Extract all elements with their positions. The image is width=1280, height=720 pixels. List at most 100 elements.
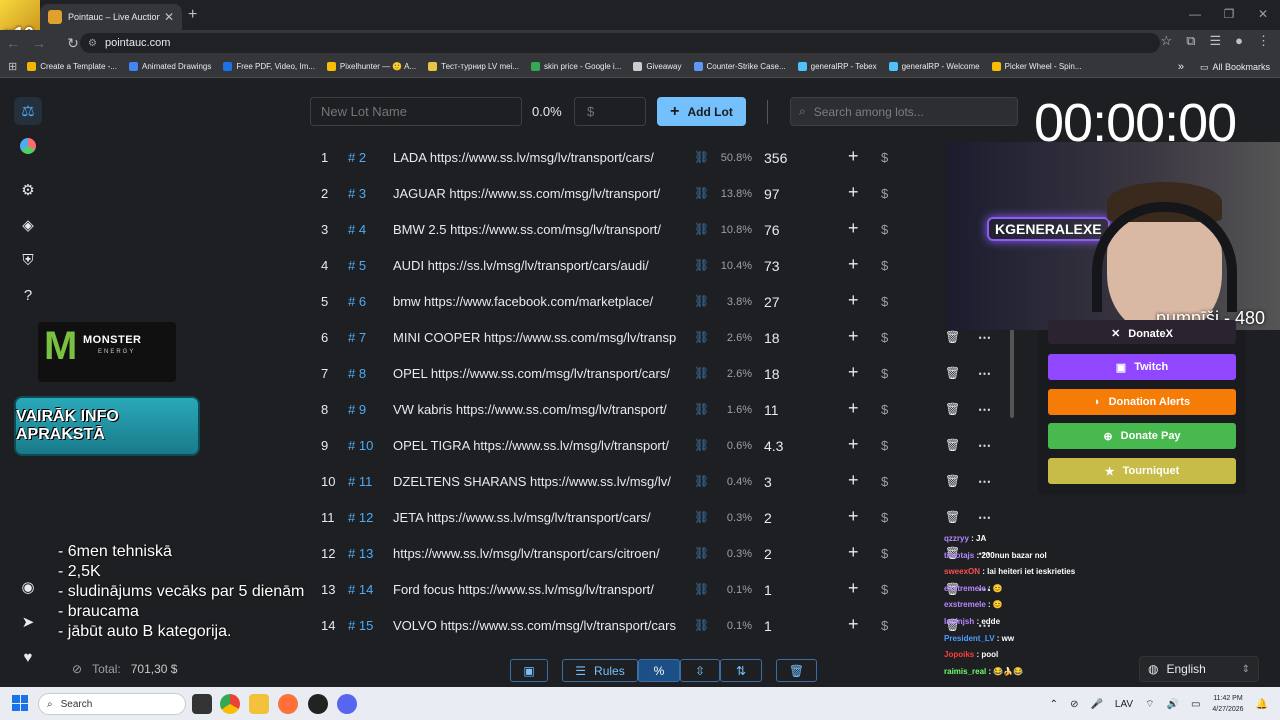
add-bid-icon[interactable]: + xyxy=(848,290,859,311)
reading-list-icon[interactable]: ☰ xyxy=(1209,33,1221,49)
donate-button-twitch[interactable]: ▣ Twitch xyxy=(1048,354,1236,380)
trash-icon[interactable]: 🗑 xyxy=(945,474,960,488)
lot-name[interactable]: OPEL https://www.ss.com/msg/lv/transport… xyxy=(393,366,676,381)
add-bid-icon[interactable]: + xyxy=(848,182,859,203)
lot-name[interactable]: DZELTENS SHARANS https://www.ss.lv/msg/l… xyxy=(393,474,676,489)
lot-id[interactable]: # 9 xyxy=(348,402,366,417)
dollar-icon[interactable]: $ xyxy=(881,438,888,453)
link-icon[interactable]: ⛓ xyxy=(694,222,709,236)
bookmark-item[interactable]: Free PDF, Video, Im... xyxy=(223,62,315,71)
battery-icon[interactable]: ▭ xyxy=(1191,699,1200,710)
lot-id[interactable]: # 11 xyxy=(348,474,372,489)
add-bid-icon[interactable]: + xyxy=(848,146,859,167)
chrome-icon[interactable] xyxy=(220,694,240,714)
lot-amount[interactable]: 356 xyxy=(764,150,787,166)
link-icon[interactable]: ⛓ xyxy=(694,294,709,308)
lot-name[interactable]: JAGUAR https://www.ss.com/msg/lv/transpo… xyxy=(393,186,676,201)
lot-id[interactable]: # 2 xyxy=(348,150,366,165)
link-icon[interactable]: ⛓ xyxy=(694,366,709,380)
bookmark-item[interactable]: Тест-турнир LV mei... xyxy=(428,62,519,71)
dollar-icon[interactable]: $ xyxy=(881,186,888,201)
dollar-icon[interactable]: $ xyxy=(881,582,888,597)
lot-amount[interactable]: 2 xyxy=(764,546,772,562)
amount-input[interactable] xyxy=(574,97,646,126)
lot-id[interactable]: # 3 xyxy=(348,186,366,201)
auction-gavel-icon[interactable]: ⚖ xyxy=(14,97,42,125)
scrollbar[interactable] xyxy=(1010,320,1014,418)
trash-icon[interactable]: 🗑 xyxy=(945,366,960,380)
lot-name[interactable]: MINI COOPER https://www.ss.com/msg/lv/tr… xyxy=(393,330,676,345)
wheel-icon[interactable] xyxy=(14,132,42,160)
new-lot-name-input[interactable] xyxy=(310,97,522,126)
dollar-icon[interactable]: $ xyxy=(881,366,888,381)
dollar-icon[interactable]: $ xyxy=(881,618,888,633)
lot-name[interactable]: Ford focus https://www.ss.lv/msg/lv/tran… xyxy=(393,582,676,597)
link-icon[interactable]: ⛓ xyxy=(694,438,709,452)
lot-amount[interactable]: 1 xyxy=(764,582,772,598)
more-icon[interactable]: ⋯ xyxy=(978,438,991,454)
firefox-icon[interactable] xyxy=(278,694,298,714)
add-bid-icon[interactable]: + xyxy=(848,542,859,563)
link-icon[interactable]: ⛓ xyxy=(694,582,709,596)
add-bid-icon[interactable]: + xyxy=(848,254,859,275)
lot-name[interactable]: AUDI https://ss.lv/msg/lv/transport/cars… xyxy=(393,258,676,273)
bookmark-item[interactable]: Create a Template -... xyxy=(27,62,117,71)
bookmark-item[interactable]: skin price - Google i... xyxy=(531,62,621,71)
apps-grid-icon[interactable]: ⊞ xyxy=(8,60,17,73)
language-select[interactable]: ◍ English ⇕ xyxy=(1139,656,1259,682)
donate-button-donation-alerts[interactable]: ◗ Donation Alerts xyxy=(1048,389,1236,415)
clock[interactable]: 11:42 PM 4/27/2026 xyxy=(1212,693,1243,715)
link-icon[interactable]: ⛓ xyxy=(694,546,709,560)
add-bid-icon[interactable]: + xyxy=(848,578,859,599)
lot-amount[interactable]: 4.3 xyxy=(764,438,783,454)
lot-amount[interactable]: 18 xyxy=(764,330,780,346)
add-bid-icon[interactable]: + xyxy=(848,398,859,419)
layers-icon[interactable]: ◈ xyxy=(14,211,42,239)
tray-chevron-icon[interactable]: ⌃ xyxy=(1050,699,1058,710)
lot-amount[interactable]: 3 xyxy=(764,474,772,490)
bookmark-item[interactable]: generalRP - Welcome xyxy=(888,62,980,71)
link-icon[interactable]: ⛓ xyxy=(694,258,709,272)
lot-id[interactable]: # 8 xyxy=(348,366,366,381)
bookmark-item[interactable]: Pixelhunter — 🙂 A... xyxy=(326,62,416,71)
lot-name[interactable]: VOLVO https://www.ss.com/msg/lv/transpor… xyxy=(393,618,676,633)
donate-button-tourniquet[interactable]: ★ Tourniquet xyxy=(1048,458,1236,484)
dollar-icon[interactable]: $ xyxy=(881,330,888,345)
lot-amount[interactable]: 1 xyxy=(764,618,772,634)
link-icon[interactable]: ⛓ xyxy=(694,150,709,164)
bookmark-item[interactable]: Giveaway xyxy=(633,62,682,71)
lot-id[interactable]: # 10 xyxy=(348,438,373,453)
github-icon[interactable]: ◉ xyxy=(14,573,42,601)
dollar-icon[interactable]: $ xyxy=(881,150,888,165)
link-icon[interactable]: ⛓ xyxy=(694,618,709,632)
add-bid-icon[interactable]: + xyxy=(848,506,859,527)
network-icon[interactable]: ⊘ xyxy=(1070,699,1078,710)
link-icon[interactable]: ⛓ xyxy=(694,186,709,200)
link-icon[interactable]: ⛓ xyxy=(694,474,709,488)
trash-icon[interactable]: 🗑 xyxy=(945,510,960,524)
lot-id[interactable]: # 7 xyxy=(348,330,366,345)
lot-id[interactable]: # 5 xyxy=(348,258,366,273)
obs-icon[interactable] xyxy=(308,694,328,714)
save-button[interactable]: ▣ xyxy=(510,659,548,682)
lot-id[interactable]: # 6 xyxy=(348,294,366,309)
more-icon[interactable]: ⋯ xyxy=(978,510,991,526)
more-icon[interactable]: ⋯ xyxy=(978,366,991,382)
lot-amount[interactable]: 97 xyxy=(764,186,780,202)
bookmark-item[interactable]: Animated Drawings xyxy=(129,62,211,71)
lot-name[interactable]: BMW 2.5 https://www.ss.com/msg/lv/transp… xyxy=(393,222,676,237)
bookmark-star-icon[interactable]: ☆ xyxy=(1161,33,1173,49)
maximize-icon[interactable]: ❐ xyxy=(1212,0,1246,28)
address-bar[interactable]: ⚙ pointauc.com xyxy=(80,33,1160,53)
lot-name[interactable]: LADA https://www.ss.lv/msg/lv/transport/… xyxy=(393,150,676,165)
help-icon[interactable]: ? xyxy=(14,281,42,309)
forward-icon[interactable]: → xyxy=(26,35,52,51)
more-icon[interactable]: ⋯ xyxy=(978,402,991,418)
add-bid-icon[interactable]: + xyxy=(848,218,859,239)
lot-id[interactable]: # 4 xyxy=(348,222,366,237)
browser-tab[interactable]: Pointauc – Live Auctions, Lotter ✕ xyxy=(40,4,182,30)
dollar-icon[interactable]: $ xyxy=(881,294,888,309)
telegram-icon[interactable]: ➤ xyxy=(14,608,42,636)
lot-amount[interactable]: 27 xyxy=(764,294,780,310)
link-icon[interactable]: ⛓ xyxy=(694,402,709,416)
